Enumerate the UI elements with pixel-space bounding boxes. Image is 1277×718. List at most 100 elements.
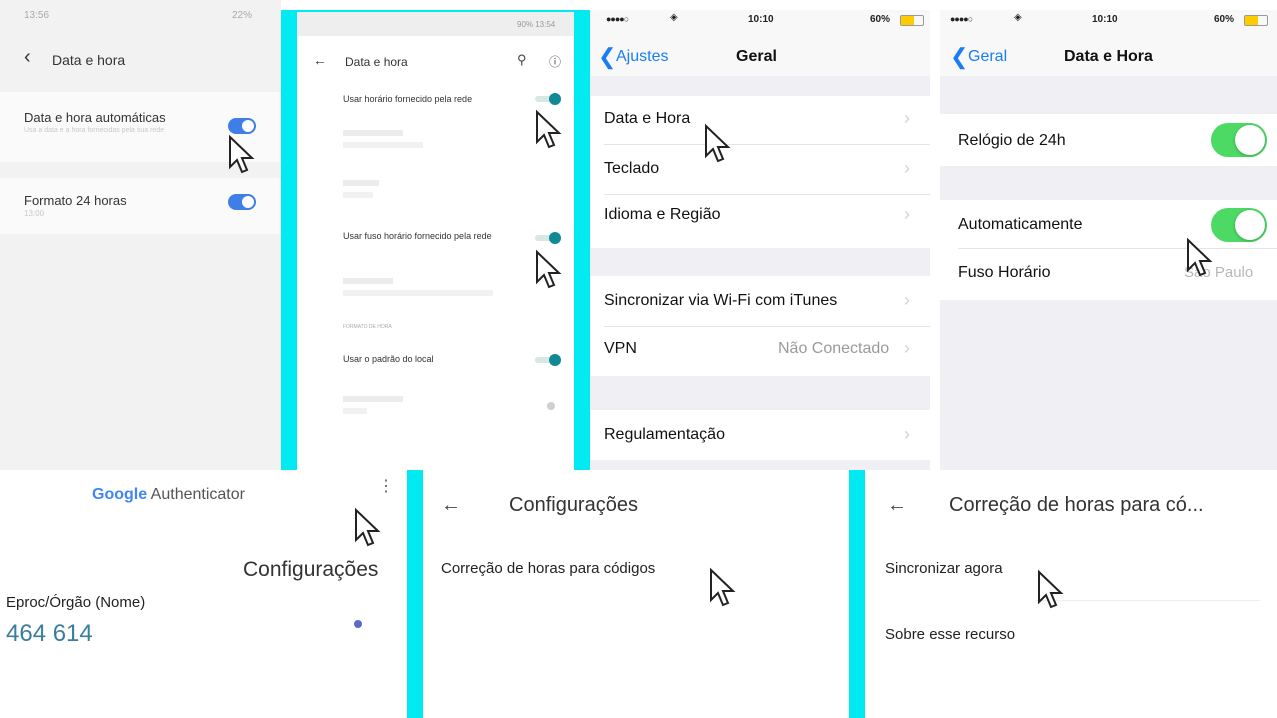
signal-dots-icon: ●●●●○	[950, 14, 973, 24]
auto-time-toggle[interactable]	[228, 118, 256, 134]
status-time: 10:10	[1092, 14, 1118, 25]
format-24h-sub: 13:00	[24, 209, 45, 218]
locale-default-toggle[interactable]	[535, 354, 561, 366]
panel-settings: ← Configurações Correção de horas para c…	[423, 470, 849, 718]
chevron-right-icon: ›	[904, 424, 910, 444]
row-itunes-sync[interactable]: Sincronizar via Wi-Fi com iTunes	[604, 292, 837, 310]
status-battery: 60%	[870, 14, 891, 25]
row-language-region[interactable]: Idioma e Região	[604, 206, 721, 224]
wifi-icon: ◈	[670, 12, 678, 23]
row-vpn[interactable]: VPN	[604, 340, 637, 358]
faded-time-value	[343, 192, 373, 198]
auto-time-label: Data e hora automáticas	[24, 110, 166, 125]
brand-authenticator: Authenticator	[147, 486, 245, 503]
clock-24h-toggle[interactable]	[1211, 123, 1267, 157]
back-arrow-icon[interactable]: ‹	[24, 46, 31, 69]
account-name: Eproc/Órgão (Nome)	[6, 594, 146, 611]
cursor-arrow-icon	[710, 567, 736, 607]
auto-time-sub: Usa a data e a hora fornecidas pela sua …	[24, 127, 165, 134]
page-title: Data e hora	[345, 55, 408, 69]
faded-date-value	[343, 142, 423, 148]
row-date-time[interactable]: Data e Hora	[604, 110, 690, 128]
cursor-arrow-icon	[536, 249, 562, 289]
network-time-toggle[interactable]	[535, 93, 561, 105]
page-title: Correção de horas para có...	[949, 494, 1204, 516]
help-icon[interactable]: ⓘ	[549, 53, 561, 70]
divider-top-1	[281, 10, 297, 470]
status-battery: 60%	[1214, 14, 1235, 25]
network-tz-toggle[interactable]	[535, 232, 561, 244]
auto-toggle[interactable]	[1211, 208, 1267, 242]
panel-authenticator: Google Authenticator ⋮ Configurações Epr…	[0, 470, 407, 718]
back-chevron-icon[interactable]: ❮	[950, 44, 968, 70]
page-title: Configurações	[509, 494, 638, 516]
overflow-menu-icon[interactable]: ⋮	[378, 479, 394, 495]
back-chevron-icon[interactable]: ❮	[598, 44, 616, 70]
faded-date	[343, 130, 403, 136]
chevron-right-icon: ›	[904, 158, 910, 178]
time-correction-item[interactable]: Correção de horas para códigos	[441, 560, 655, 577]
faded-format	[343, 396, 403, 402]
panel-ios-date-time: ●●●●○ ◈ 10:10 60% ❮ Geral Data e Hora Re…	[940, 10, 1277, 470]
faded-toggle	[547, 402, 555, 410]
setting-locale-default-label: Usar o padrão do local	[343, 354, 434, 364]
auto-label: Automaticamente	[958, 216, 1083, 233]
status-time: 13:56	[24, 10, 50, 21]
back-button[interactable]: Geral	[968, 48, 1007, 66]
separator	[1035, 600, 1260, 601]
otp-code[interactable]: 464 614	[6, 620, 93, 648]
chevron-right-icon: ›	[904, 108, 910, 128]
divider-bottom-2	[849, 470, 865, 718]
about-feature-item[interactable]: Sobre esse recurso	[885, 626, 1015, 643]
timezone-label: Fuso Horário	[958, 264, 1051, 281]
page-title: Data e hora	[52, 52, 126, 68]
faded-time	[343, 180, 379, 186]
signal-dots-icon: ●●●●○	[606, 14, 629, 24]
faded-format-value	[343, 408, 367, 414]
back-button[interactable]: Ajustes	[616, 48, 668, 66]
cursor-arrow-icon	[705, 123, 731, 163]
format-24h-toggle[interactable]	[228, 194, 256, 210]
row-regulatory[interactable]: Regulamentação	[604, 426, 725, 444]
panel-android-stock: 90% 13:54 ← Data e hora ⚲ ⓘ Usar horário…	[297, 12, 574, 470]
section-format-label: FORMATO DE HORA	[343, 324, 392, 330]
chevron-right-icon: ›	[904, 338, 910, 358]
separator	[604, 144, 930, 145]
nav-title: Data e Hora	[1064, 48, 1153, 65]
panel-time-correction: ← Correção de horas para có... Sincroniz…	[865, 470, 1277, 718]
separator	[604, 326, 930, 327]
search-icon[interactable]: ⚲	[517, 52, 527, 68]
status-right: 90% 13:54	[517, 20, 556, 29]
nav-title: Geral	[736, 48, 777, 65]
panel-ios-general: ●●●●○ ◈ 10:10 60% ❮ Ajustes Geral Data e…	[590, 10, 930, 470]
row-keyboard[interactable]: Teclado	[604, 160, 659, 178]
back-arrow-icon[interactable]: ←	[887, 494, 907, 517]
battery-icon	[900, 15, 924, 26]
battery-icon	[1244, 15, 1268, 26]
cursor-arrow-icon	[536, 109, 562, 149]
chevron-right-icon: ›	[904, 204, 910, 224]
separator	[958, 248, 1277, 249]
divider-top-2	[574, 10, 590, 470]
status-time: 10:10	[748, 14, 774, 25]
sync-now-item[interactable]: Sincronizar agora	[885, 560, 1003, 577]
clock-24h-label: Relógio de 24h	[958, 132, 1066, 149]
separator	[604, 194, 930, 195]
timer-pie-icon	[354, 620, 362, 628]
app-title: Google Authenticator	[92, 486, 245, 504]
vpn-status: Não Conectado	[778, 340, 890, 357]
format-24h-label: Formato 24 horas	[24, 193, 127, 208]
status-battery: 22%	[232, 10, 253, 21]
back-arrow-icon[interactable]: ←	[313, 52, 327, 68]
cursor-arrow-icon	[229, 134, 255, 174]
panel-android-date-time: 13:56 22% ‹ Data e hora Data e hora auto…	[0, 0, 281, 470]
cursor-arrow-icon	[1038, 569, 1064, 609]
divider-bottom-1	[407, 470, 423, 718]
brand-google: Google	[92, 486, 148, 503]
faded-tz-value	[343, 290, 493, 296]
back-arrow-icon[interactable]: ←	[441, 494, 461, 517]
cursor-arrow-icon	[355, 507, 381, 547]
menu-popup-configuracoes[interactable]: Configurações	[243, 558, 378, 582]
setting-network-time-label: Usar horário fornecido pela rede	[343, 94, 473, 104]
faded-tz	[343, 278, 393, 284]
